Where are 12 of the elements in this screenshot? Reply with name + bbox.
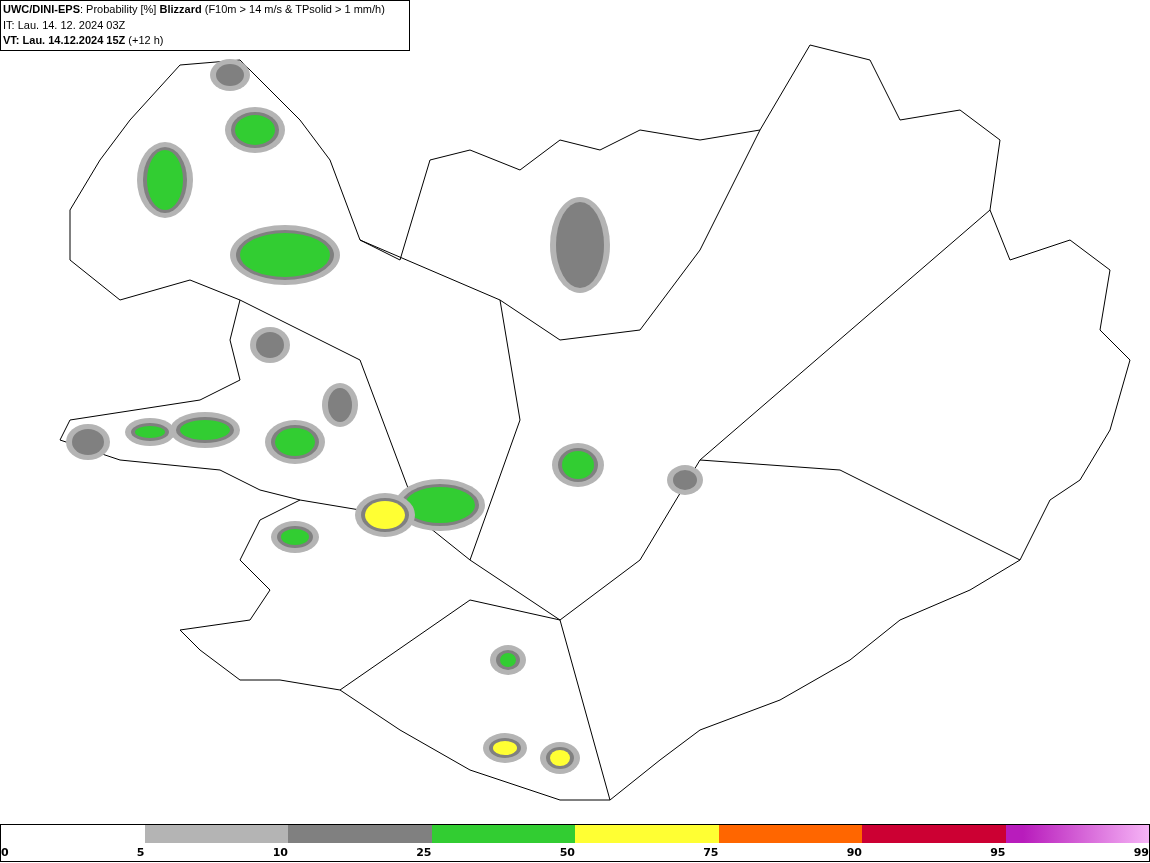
time-label: VT: Lau. 14.12.2024 15Z (+12 h)	[3, 33, 164, 48]
legend-tick-label: 95	[990, 845, 1006, 860]
time-label: IT: Lau. 14. 12. 2024 03Z	[3, 17, 126, 33]
legend-tick-label: 10	[272, 845, 288, 860]
legend-tick-label: 5	[136, 845, 145, 860]
legend-tick-label: 99	[1133, 845, 1149, 860]
map-title: UWC/DINI-EPS: Probability [%] Blizzard (F10m > 14 m/s & TPsolid > 1 mm/h)	[3, 2, 385, 17]
legend-tick-label: 75	[703, 845, 719, 860]
legend-tick-label: 90	[846, 845, 862, 860]
legend-tick-label: 0	[1, 845, 9, 860]
legend-tick-label: 25	[416, 845, 432, 860]
legend-tick-label: 50	[559, 845, 575, 860]
